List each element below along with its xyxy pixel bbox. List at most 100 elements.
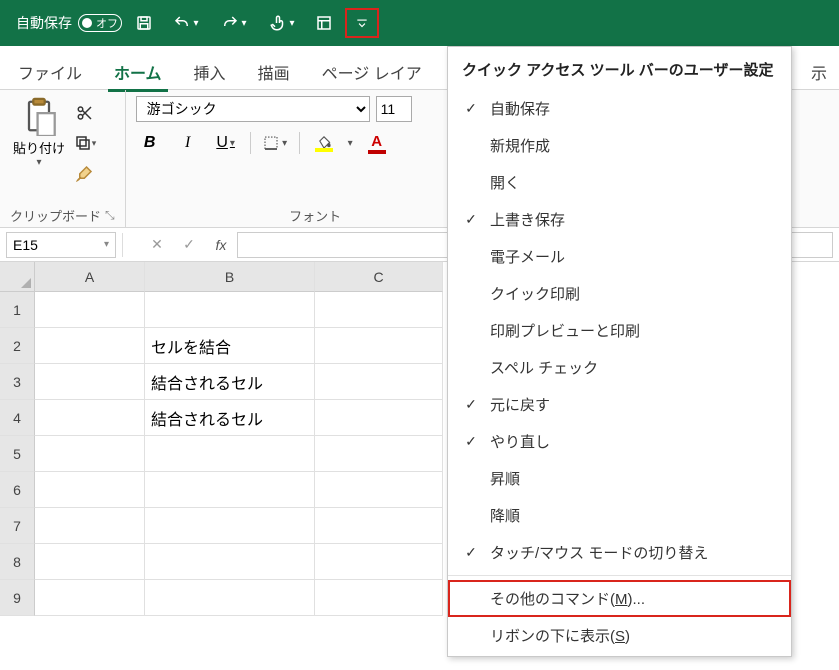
tab-insert[interactable]: 挿入	[188, 54, 232, 92]
qat-menu-item[interactable]: ✓自動保存	[448, 90, 791, 127]
qat-menu-item[interactable]: ✓上書き保存	[448, 201, 791, 238]
font-family-select[interactable]: 游ゴシック	[136, 96, 370, 122]
cell[interactable]	[315, 328, 443, 364]
group-clipboard: 貼り付け ▾ ▾ クリップボード ⤡	[0, 90, 126, 227]
autosave-label: 自動保存	[16, 13, 72, 33]
border-button[interactable]: ▾	[261, 130, 289, 156]
tab-file[interactable]: ファイル	[12, 54, 88, 92]
name-box[interactable]: E15 ▾	[6, 232, 116, 258]
touch-mode-button[interactable]: ▾	[262, 9, 302, 37]
qat-menu-item[interactable]: 印刷プレビューと印刷	[448, 312, 791, 349]
fx-button[interactable]: fx	[205, 237, 237, 253]
form-button[interactable]	[310, 9, 338, 37]
qat-menu-item[interactable]: 昇順	[448, 460, 791, 497]
qat-menu-item-label: スペル チェック	[490, 357, 598, 378]
group-font-label: フォント	[136, 202, 495, 225]
paste-label: 貼り付け	[13, 138, 65, 157]
copy-button[interactable]: ▾	[72, 130, 98, 156]
chevron-down-icon[interactable]: ▾	[348, 138, 353, 149]
qat-menu-item-label: 開く	[490, 172, 520, 193]
menu-item-show-below-ribbon[interactable]: リボンの下に表示(S)	[448, 617, 791, 654]
check-icon: ✓	[462, 100, 480, 117]
qat-menu-item[interactable]: 降順	[448, 497, 791, 534]
qat-menu-item[interactable]: クイック印刷	[448, 275, 791, 312]
qat-menu-item[interactable]: スペル チェック	[448, 349, 791, 386]
row-header[interactable]: 6	[0, 472, 35, 508]
qat-menu-item[interactable]: ✓タッチ/マウス モードの切り替え	[448, 534, 791, 571]
autosave-toggle[interactable]: 自動保存 オフ	[16, 13, 122, 33]
column-header[interactable]: A	[35, 262, 145, 292]
tab-draw[interactable]: 描画	[252, 54, 296, 92]
column-header[interactable]: B	[145, 262, 315, 292]
qat-menu-item[interactable]: 開く	[448, 164, 791, 201]
title-bar: 自動保存 オフ ▾ ▾ ▾	[0, 0, 839, 46]
group-clipboard-label: クリップボード ⤡	[10, 202, 115, 225]
font-color-letter: A	[371, 133, 382, 150]
paste-button[interactable]: 貼り付け ▾	[10, 96, 68, 168]
cell[interactable]	[315, 292, 443, 328]
cut-button[interactable]	[72, 100, 98, 126]
cell[interactable]	[35, 292, 145, 328]
qat-menu-item[interactable]: ✓元に戻す	[448, 386, 791, 423]
qat-menu-item[interactable]: ✓やり直し	[448, 423, 791, 460]
cell[interactable]	[315, 436, 443, 472]
cell[interactable]	[315, 472, 443, 508]
cell[interactable]	[35, 436, 145, 472]
cell[interactable]	[35, 508, 145, 544]
cell[interactable]: セルを結合	[145, 328, 315, 364]
row-header[interactable]: 1	[0, 292, 35, 328]
row-header[interactable]: 3	[0, 364, 35, 400]
bold-button[interactable]: B	[136, 130, 164, 156]
save-button[interactable]	[130, 9, 158, 37]
cell[interactable]	[145, 508, 315, 544]
menu-item-more-commands[interactable]: その他のコマンド(M)...	[448, 580, 791, 617]
row-header[interactable]: 8	[0, 544, 35, 580]
tab-home[interactable]: ホーム	[108, 54, 168, 92]
confirm-formula-button[interactable]: ✓	[173, 236, 205, 253]
underline-button[interactable]: U ▾	[212, 130, 240, 156]
cell[interactable]	[145, 580, 315, 616]
row-header[interactable]: 7	[0, 508, 35, 544]
cancel-formula-button[interactable]: ✕	[141, 236, 173, 253]
cell[interactable]	[35, 364, 145, 400]
tab-page-layout[interactable]: ページ レイア	[316, 54, 428, 92]
cell[interactable]	[35, 328, 145, 364]
cell[interactable]	[35, 544, 145, 580]
qat-menu-item[interactable]: 電子メール	[448, 238, 791, 275]
dialog-launcher-icon[interactable]: ⤡	[105, 208, 115, 223]
cell[interactable]	[315, 544, 443, 580]
qat-customize-button[interactable]	[346, 9, 378, 37]
row-header[interactable]: 5	[0, 436, 35, 472]
redo-button[interactable]: ▾	[214, 9, 254, 37]
qat-customize-menu: クイック アクセス ツール バーのユーザー設定 ✓自動保存新規作成開く ✓上書き保…	[447, 46, 792, 657]
row-header[interactable]: 9	[0, 580, 35, 616]
row-header[interactable]: 4	[0, 400, 35, 436]
cell[interactable]: 結合されるセル	[145, 364, 315, 400]
qat-menu-title: クイック アクセス ツール バーのユーザー設定	[448, 47, 791, 90]
select-all-corner[interactable]	[0, 262, 35, 292]
undo-button[interactable]: ▾	[166, 9, 206, 37]
chevron-down-icon: ▾	[289, 18, 294, 29]
cell[interactable]	[145, 544, 315, 580]
row-header[interactable]: 2	[0, 328, 35, 364]
fill-color-button[interactable]	[310, 130, 338, 156]
cell[interactable]	[315, 580, 443, 616]
cell[interactable]	[145, 436, 315, 472]
cell[interactable]	[35, 580, 145, 616]
cell[interactable]	[145, 292, 315, 328]
font-color-button[interactable]: A	[363, 130, 391, 156]
column-header[interactable]: C	[315, 262, 443, 292]
cell[interactable]	[35, 400, 145, 436]
cell[interactable]	[35, 472, 145, 508]
cell[interactable]	[145, 472, 315, 508]
font-size-input[interactable]	[376, 96, 412, 122]
cell[interactable]: 結合されるセル	[145, 400, 315, 436]
qat-menu-item[interactable]: 新規作成	[448, 127, 791, 164]
cell[interactable]	[315, 364, 443, 400]
cell[interactable]	[315, 508, 443, 544]
tab-view-fragment[interactable]: 示	[805, 54, 827, 92]
copy-icon	[74, 134, 92, 152]
cell[interactable]	[315, 400, 443, 436]
format-painter-button[interactable]	[72, 160, 98, 186]
italic-button[interactable]: I	[174, 130, 202, 156]
